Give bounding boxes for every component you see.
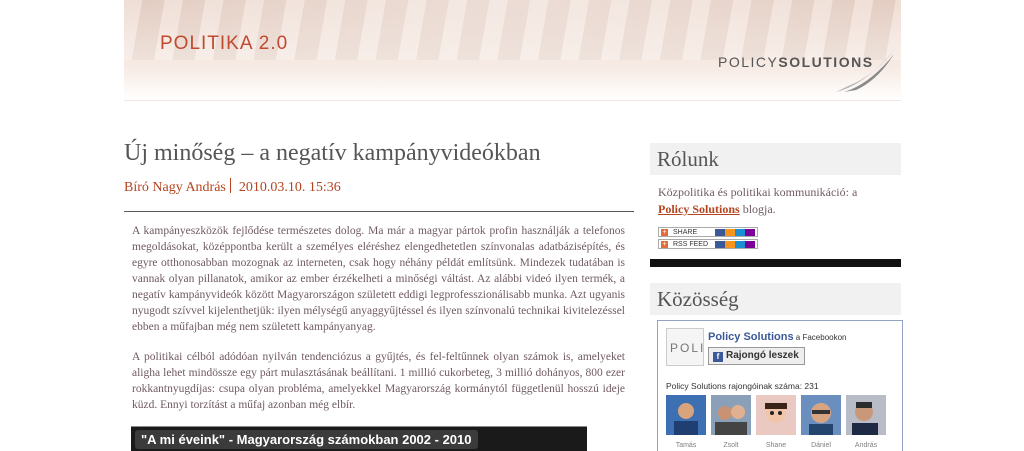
- rss-label: RSS FEED: [673, 241, 709, 248]
- embedded-video[interactable]: "A mi éveink" - Magyarország számokban 2…: [131, 426, 587, 451]
- fan-name: Zsolt: [723, 442, 739, 449]
- brand-regular: POLICY: [718, 54, 779, 70]
- post-paragraph: A politikai célból adódóan nyilván tende…: [132, 351, 625, 411]
- site-header: POLITIKA 2.0 POLICYSOLUTIONS: [124, 0, 901, 100]
- fan-avatar: [711, 395, 751, 435]
- fb-page-title: Policy Solutions a Facebookon: [708, 331, 847, 343]
- fan-name: Tamás: [675, 442, 697, 449]
- about-text-suffix: blogja.: [739, 202, 776, 216]
- fan-avatar: [846, 395, 886, 435]
- site-title[interactable]: POLITIKA 2.0: [160, 33, 288, 55]
- fan-item[interactable]: Tamás: [666, 395, 706, 449]
- facebook-fan-box: POLI Policy Solutions a Facebookon f Rajo…: [657, 320, 903, 451]
- fan-item[interactable]: Zsolt: [711, 395, 751, 449]
- community-widget: Közösség: [650, 283, 901, 315]
- page-avatar[interactable]: POLI: [666, 328, 704, 366]
- brand-swoosh-icon: [836, 48, 896, 92]
- fan-item[interactable]: Dániel: [801, 395, 841, 449]
- community-heading: Közösség: [650, 283, 901, 315]
- about-text-intro: Közpolitika és politikai kommunikáció: a: [658, 185, 858, 199]
- fan-list: Tamás Zsolt Shane Dániel András: [666, 395, 886, 449]
- feed-reader-icons: [715, 241, 755, 248]
- social-icons: [715, 229, 755, 236]
- post-title[interactable]: Új minőség – a negatív kampányvideókban: [124, 140, 634, 167]
- post-meta: Bíró Nagy András 2010.03.10. 15:36: [124, 178, 634, 196]
- video-title[interactable]: "A mi éveink" - Magyarország számokban 2…: [135, 430, 478, 449]
- fan-item[interactable]: András: [846, 395, 886, 449]
- become-fan-button[interactable]: f Rajongó leszek: [708, 347, 805, 365]
- sidebar-divider-bar: [650, 259, 901, 267]
- about-widget: Rólunk Közpolitika és politikai kommunik…: [650, 143, 901, 249]
- fan-avatar: [666, 395, 706, 435]
- plus-icon: +: [661, 241, 668, 248]
- post-author[interactable]: Bíró Nagy András: [124, 180, 226, 195]
- fan-item[interactable]: Shane: [756, 395, 796, 449]
- rss-feed-button[interactable]: + RSS FEED: [658, 239, 758, 249]
- fan-avatar: [756, 395, 796, 435]
- post-date: 2010.03.10. 15:36: [238, 180, 341, 195]
- facebook-icon: f: [713, 352, 723, 362]
- fans-count: Policy Solutions rajongóinak száma: 231: [666, 381, 819, 391]
- header-divider: [124, 100, 901, 101]
- fan-name: András: [854, 442, 878, 449]
- fb-page-suffix: a Facebookon: [793, 333, 847, 342]
- meta-separator: [229, 178, 231, 193]
- share-label: SHARE: [673, 229, 698, 236]
- plus-icon: +: [661, 229, 668, 236]
- fb-page-link[interactable]: Policy Solutions: [708, 331, 794, 343]
- policy-solutions-link[interactable]: Policy Solutions: [658, 202, 740, 216]
- fan-avatar: [801, 395, 841, 435]
- like-label: Rajongó leszek: [726, 350, 799, 361]
- fan-name: Shane: [765, 442, 787, 449]
- about-heading: Rólunk: [650, 143, 901, 175]
- post-body: A kampányeszközök fejlődése természetes …: [132, 223, 625, 413]
- fan-name: Dániel: [811, 442, 831, 449]
- post-paragraph: A kampányeszközök fejlődése természetes …: [132, 225, 625, 333]
- share-button[interactable]: + SHARE: [658, 227, 758, 237]
- post-divider: [124, 211, 634, 212]
- about-text: Közpolitika és politikai kommunikáció: a…: [658, 184, 901, 218]
- blog-post: Új minőség – a negatív kampányvideókban …: [124, 140, 634, 427]
